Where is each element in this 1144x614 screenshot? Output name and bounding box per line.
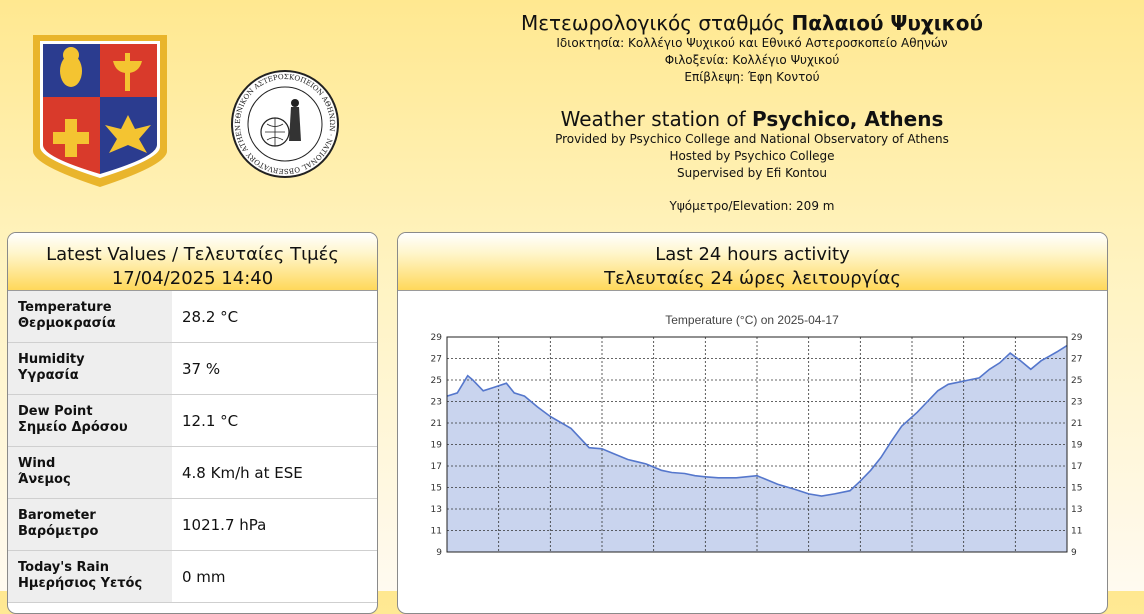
y-tick-label-left: 11 xyxy=(431,527,442,537)
english-provided: Provided by Psychico College and Nationa… xyxy=(555,132,949,146)
y-tick-label-right: 25 xyxy=(1071,376,1082,386)
latest-values-title: Latest Values / Τελευταίες Τιμές xyxy=(46,244,339,265)
temperature-label-gr: Θερμοκρασία xyxy=(18,316,116,331)
y-tick-label-right: 9 xyxy=(1071,548,1077,555)
activity-title-en: Last 24 hours activity xyxy=(655,244,850,265)
wind-label-gr: Άνεμος xyxy=(18,472,71,487)
elevation: Υψόμετρο/Elevation: 209 m xyxy=(669,199,835,213)
humidity-value: 37 % xyxy=(182,359,221,378)
y-tick-label-left: 23 xyxy=(431,398,442,408)
barometer-label: Barometer xyxy=(18,508,96,523)
barometer-label-gr: Βαρόμετρο xyxy=(18,524,99,539)
greek-ownership: Ιδιοκτησία: Κολλέγιο Ψυχικού και Εθνικό … xyxy=(556,36,948,50)
college-shield-logo xyxy=(33,35,167,187)
y-tick-label-right: 29 xyxy=(1071,333,1083,343)
y-tick-label-right: 11 xyxy=(1071,527,1082,537)
barometer-row: Barometer Βαρόμετρο 1021.7 hPa xyxy=(8,499,377,551)
y-tick-label-left: 19 xyxy=(431,441,443,451)
y-tick-label-right: 13 xyxy=(1071,505,1082,515)
y-tick-label-left: 15 xyxy=(431,484,442,494)
english-title-prefix: Weather station of xyxy=(560,107,753,131)
y-tick-label-left: 21 xyxy=(431,419,442,429)
dew-point-row: Dew Point Σημείο Δρόσου 12.1 °C xyxy=(8,395,377,447)
humidity-label: Humidity xyxy=(18,352,85,367)
greek-hosted: Φιλοξενία: Κολλέγιο Ψυχικού xyxy=(664,53,840,67)
y-tick-label-right: 21 xyxy=(1071,419,1082,429)
y-tick-label-right: 15 xyxy=(1071,484,1082,494)
wind-value: 4.8 Km/h at ESE xyxy=(182,463,303,482)
english-header: Weather station of Psychico, Athens Prov… xyxy=(360,107,1144,182)
latest-values-header: Latest Values / Τελευταίες Τιμές 17/04/2… xyxy=(8,233,377,291)
dew-point-label-gr: Σημείο Δρόσου xyxy=(18,420,128,435)
temperature-label: Temperature xyxy=(18,300,112,315)
humidity-label-gr: Υγρασία xyxy=(18,368,79,383)
latest-datetime: 17/04/2025 14:40 xyxy=(111,268,274,289)
rain-label: Today's Rain xyxy=(18,560,109,575)
wind-label: Wind xyxy=(18,456,56,471)
humidity-row: Humidity Υγρασία 37 % xyxy=(8,343,377,395)
greek-title-name: Παλαιού Ψυχικού xyxy=(791,11,984,35)
dew-point-value: 12.1 °C xyxy=(182,411,239,430)
activity-title-gr: Τελευταίες 24 ώρες λειτουργίας xyxy=(604,268,901,289)
temperature-chart: Temperature (°C) on 2025-04-17 9 9 11 11 13 1… xyxy=(431,313,1083,555)
y-tick-label-left: 27 xyxy=(431,355,442,365)
y-tick-label-left: 13 xyxy=(431,505,442,515)
english-hosted: Hosted by Psychico College xyxy=(669,149,835,163)
observatory-seal-logo: ΕΘΝΙΚΟΝ ΑΣΤΕΡΟΣΚΟΠΕΙΟΝ ΑΘΗΝΩΝ · NATIONAL… xyxy=(221,69,339,178)
wind-row: Wind Άνεμος 4.8 Km/h at ESE xyxy=(8,447,377,499)
y-tick-label-left: 29 xyxy=(431,333,443,343)
activity-header: Last 24 hours activity Τελευταίες 24 ώρε… xyxy=(398,233,1107,291)
y-tick-label-right: 19 xyxy=(1071,441,1083,451)
english-supervised: Supervised by Efi Kontou xyxy=(676,166,828,180)
temperature-row: Temperature Θερμοκρασία 28.2 °C xyxy=(8,291,377,343)
y-tick-label-right: 23 xyxy=(1071,398,1082,408)
latest-values-panel: Latest Values / Τελευταίες Τιμές 17/04/2… xyxy=(7,232,378,614)
chart-title: Temperature (°C) on 2025-04-17 xyxy=(665,313,839,327)
rain-label-gr: Ημερήσιος Υετός xyxy=(18,576,143,591)
greek-title-prefix: Μετεωρολογικός σταθμός xyxy=(520,11,792,35)
y-tick-label-left: 9 xyxy=(436,548,442,555)
dew-point-label: Dew Point xyxy=(18,404,93,419)
y-tick-label-left: 17 xyxy=(431,462,442,472)
y-tick-label-left: 25 xyxy=(431,376,442,386)
greek-header: Μετεωρολογικός σταθμός Παλαιού Ψυχικού Ι… xyxy=(360,11,1144,86)
y-tick-label-right: 27 xyxy=(1071,355,1082,365)
rain-value: 0 mm xyxy=(182,567,226,586)
english-title-name: Psychico, Athens xyxy=(752,107,944,131)
greek-supervised: Επίβλεψη: Έφη Κοντού xyxy=(684,70,820,84)
temperature-value: 28.2 °C xyxy=(182,307,239,326)
rain-row: Today's Rain Ημερήσιος Υετός 0 mm xyxy=(8,551,377,603)
y-tick-label-right: 17 xyxy=(1071,462,1082,472)
activity-panel: Last 24 hours activity Τελευταίες 24 ώρε… xyxy=(397,232,1108,614)
barometer-value: 1021.7 hPa xyxy=(182,515,267,534)
